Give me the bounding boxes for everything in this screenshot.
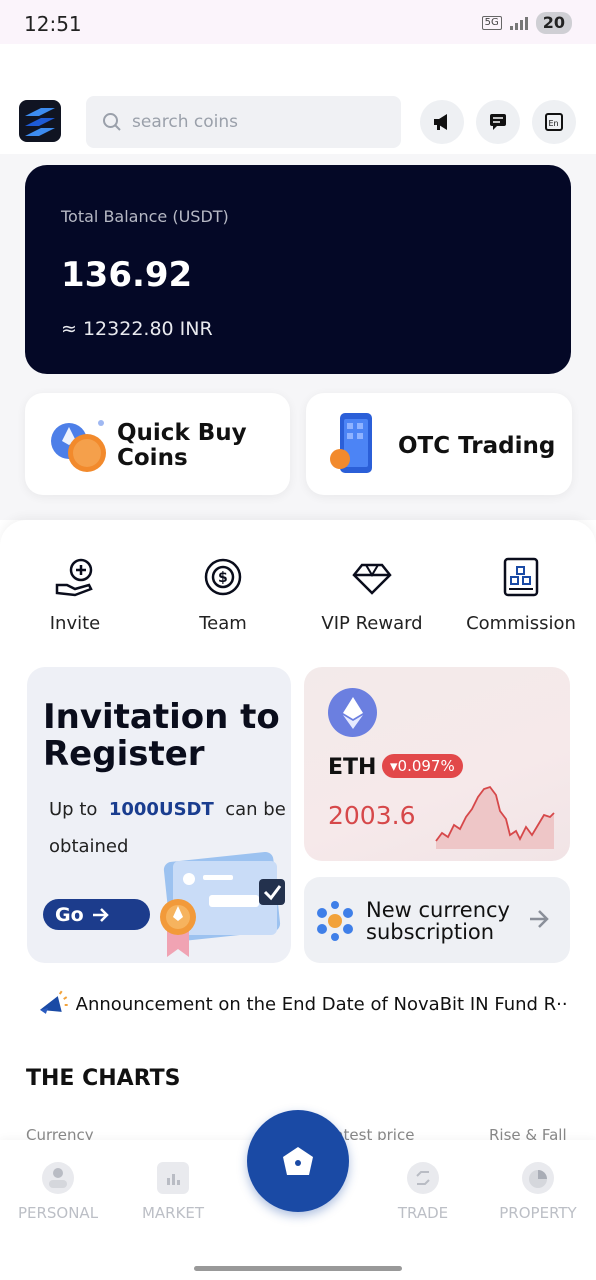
menu-team-label: Team: [199, 613, 247, 634]
tab-market-label: MARKET: [141, 1204, 205, 1222]
megaphone-icon: [39, 990, 68, 1014]
language-icon: En: [545, 113, 563, 131]
svg-text:En: En: [549, 119, 559, 128]
app-header: search coins En: [0, 92, 596, 154]
commission-icon: [503, 557, 539, 597]
id-card-illustration: [160, 851, 285, 957]
tab-property-label: PROPERTY: [499, 1204, 577, 1222]
charts-title: THE CHARTS: [26, 1066, 181, 1091]
quick-buy-label-2: Coins: [117, 445, 188, 471]
status-time: 12:51: [24, 12, 82, 36]
eth-price: 2003.6: [328, 801, 416, 830]
chat-icon: [490, 114, 506, 130]
go-button[interactable]: Go: [43, 899, 150, 930]
coins-icon: [51, 420, 106, 472]
quick-buy-label-1: Quick Buy: [117, 420, 247, 446]
menu-vip-reward-label: VIP Reward: [321, 613, 423, 634]
signal-icon: [509, 16, 528, 30]
menu-vip-reward[interactable]: VIP Reward: [307, 555, 437, 634]
invitation-desc-amount: 1000USDT: [108, 799, 214, 820]
status-icons: 5G 20: [481, 12, 572, 34]
tab-property[interactable]: PROPERTY: [478, 1162, 596, 1222]
tab-trade-label: TRADE: [397, 1204, 449, 1222]
balance-value: 136.92: [61, 255, 193, 295]
property-icon: [522, 1162, 554, 1194]
team-icon: $: [204, 558, 242, 596]
person-icon: [42, 1162, 74, 1194]
tab-personal[interactable]: PERSONAL: [0, 1162, 118, 1222]
menu-commission[interactable]: Commission: [456, 555, 586, 634]
eth-sparkline: [435, 785, 555, 849]
status-bar: 12:51 5G 20: [0, 0, 596, 44]
network-nodes-icon: [317, 901, 353, 941]
invitation-card[interactable]: Invitation to Register Up to 1000USDT ca…: [27, 667, 291, 963]
phone-trading-icon: [330, 413, 372, 473]
tab-market[interactable]: MARKET: [113, 1162, 233, 1222]
search-placeholder: search coins: [132, 112, 238, 132]
market-icon: [157, 1162, 189, 1194]
eth-change-badge: ▾0.097%: [382, 754, 463, 778]
otc-trading-label: OTC Trading: [398, 433, 556, 459]
trade-icon: [407, 1162, 439, 1194]
invitation-desc-prefix: Up to: [49, 799, 98, 820]
diamond-icon: [352, 563, 392, 595]
messages-button[interactable]: [476, 100, 520, 144]
megaphone-icon: [434, 114, 447, 130]
arrow-right-icon: [530, 910, 549, 928]
arrow-right-icon: [92, 907, 109, 922]
invite-icon: [55, 558, 93, 597]
eth-ticker-card[interactable]: ETH ▾0.097% 2003.6: [304, 667, 570, 861]
tab-trade[interactable]: TRADE: [363, 1162, 483, 1222]
new-currency-subscription-card[interactable]: New currency subscription: [304, 877, 570, 963]
go-button-label: Go: [55, 903, 84, 926]
home-icon: [283, 1147, 313, 1175]
balance-card[interactable]: Total Balance (USDT) 136.92 ≈ 12322.80 I…: [25, 165, 571, 374]
search-input[interactable]: search coins: [86, 96, 401, 148]
balance-label: Total Balance (USDT): [61, 207, 229, 226]
new-currency-subscription-label: New currency subscription: [366, 898, 510, 944]
svg-text:$: $: [218, 570, 228, 586]
menu-commission-label: Commission: [466, 613, 576, 634]
network-icon: 5G: [481, 16, 502, 30]
balance-inr: ≈ 12322.80 INR: [61, 318, 213, 340]
language-button[interactable]: En: [532, 100, 576, 144]
app-logo[interactable]: [19, 100, 61, 142]
eth-symbol: ETH: [328, 755, 377, 780]
announcement-button[interactable]: [420, 100, 464, 144]
tab-personal-label: PERSONAL: [17, 1204, 99, 1222]
menu-invite[interactable]: Invite: [10, 555, 140, 634]
menu-invite-label: Invite: [49, 613, 101, 634]
announcement-text: Announcement on the End Date of NovaBit …: [75, 993, 568, 1015]
search-icon: [103, 113, 121, 131]
eth-icon: [328, 688, 377, 737]
otc-trading-card[interactable]: OTC Trading: [306, 393, 572, 495]
home-indicator: [194, 1266, 402, 1271]
menu-team[interactable]: $ Team: [158, 555, 288, 634]
invitation-title: Invitation to Register: [43, 697, 280, 774]
home-button[interactable]: [247, 1110, 349, 1212]
announcement-bar[interactable]: Announcement on the End Date of NovaBit …: [38, 990, 568, 1018]
quick-buy-card[interactable]: Quick Buy Coins: [25, 393, 290, 495]
battery-indicator: 20: [535, 12, 572, 34]
